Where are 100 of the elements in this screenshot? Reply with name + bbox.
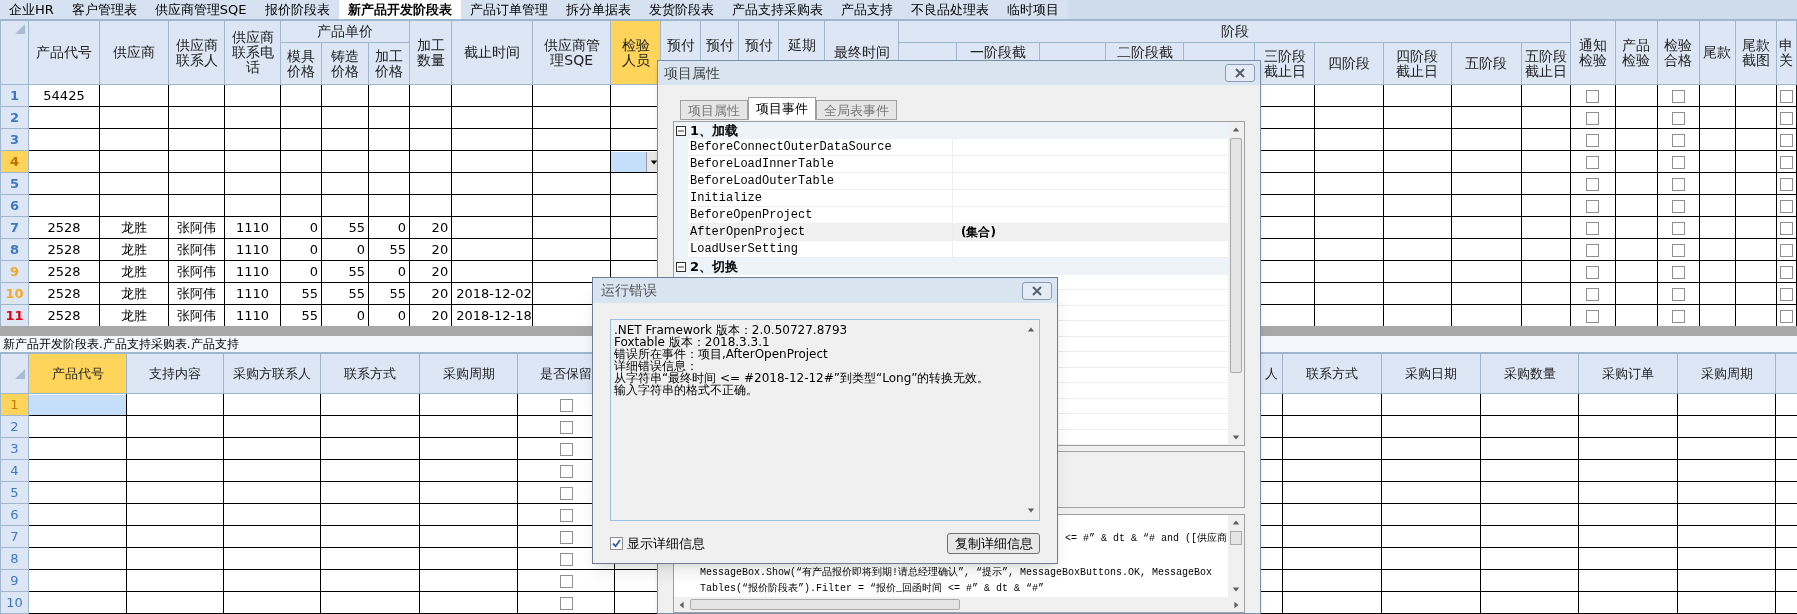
column-header[interactable]: 四阶段截止日 [1383, 42, 1452, 85]
horizontal-scrollbar[interactable] [674, 597, 1244, 612]
sheet-tab[interactable]: 产品订单管理 [460, 0, 557, 19]
row-header[interactable]: 2 [0, 106, 29, 129]
column-header[interactable]: 四阶段 [1315, 42, 1383, 85]
row-number[interactable]: 8 [0, 547, 29, 570]
checkbox[interactable] [1671, 221, 1685, 235]
checkbox[interactable] [559, 574, 573, 588]
sheet-tab[interactable]: 临时项目 [997, 0, 1068, 19]
checkbox[interactable] [1586, 111, 1600, 125]
checkbox[interactable] [1671, 265, 1685, 279]
selected-cell[interactable] [29, 394, 126, 415]
property-name[interactable]: BeforeLoadInnerTable [688, 156, 953, 173]
collapse-icon[interactable] [676, 261, 686, 272]
checkbox[interactable] [559, 508, 573, 522]
column-header[interactable]: 通知检验 [1570, 20, 1616, 85]
checkbox[interactable] [1586, 221, 1600, 235]
checkbox[interactable] [559, 398, 573, 412]
sheet-tab[interactable]: 客户管理表 [62, 0, 146, 19]
checkbox[interactable] [559, 530, 573, 544]
column-header[interactable]: 采购周期 [1677, 353, 1776, 394]
close-button[interactable] [1022, 281, 1052, 300]
scrollbar-thumb[interactable] [690, 599, 960, 610]
scroll-right-icon[interactable] [1232, 600, 1240, 609]
checkbox[interactable] [559, 420, 573, 434]
checkbox[interactable] [1586, 89, 1600, 103]
property-name[interactable]: BeforeLoadOuterTable [688, 173, 953, 190]
sheet-tab[interactable]: 新产品开发阶段表 [338, 0, 461, 19]
checkbox[interactable] [1779, 155, 1793, 169]
checkbox[interactable] [559, 442, 573, 456]
checkbox[interactable] [1586, 199, 1600, 213]
row-header[interactable]: 5 [0, 172, 29, 195]
column-header[interactable]: 产品代号 [28, 20, 100, 85]
sheet-tab[interactable]: 企业HR [0, 0, 63, 19]
checkbox[interactable] [1671, 177, 1685, 191]
sheet-tab[interactable]: 拆分单据表 [556, 0, 640, 19]
column-header[interactable]: 检验合格 [1657, 20, 1700, 85]
checkbox[interactable] [559, 552, 573, 566]
checkbox[interactable] [559, 596, 573, 610]
column-header[interactable]: 供应商 [99, 20, 169, 85]
vertical-scrollbar[interactable] [1228, 515, 1244, 597]
sheet-tab[interactable]: 产品支持 [831, 0, 902, 19]
checkbox[interactable] [1671, 133, 1685, 147]
checkbox[interactable] [1779, 287, 1793, 301]
checkbox[interactable] [1779, 177, 1793, 191]
row-number[interactable]: 3 [0, 437, 29, 460]
row-header[interactable]: 7 [0, 216, 29, 239]
sheet-tab[interactable]: 报价阶段表 [255, 0, 339, 19]
category-row[interactable]: 2、切换 [674, 258, 1228, 275]
vertical-scrollbar[interactable] [1228, 122, 1244, 445]
property-name[interactable]: LoadUserSetting [688, 241, 953, 258]
close-button[interactable] [1225, 64, 1255, 82]
checkbox[interactable] [1671, 199, 1685, 213]
column-header[interactable]: 支持内容 [126, 353, 224, 394]
row-number[interactable]: 9 [0, 569, 29, 592]
checkbox[interactable] [1671, 287, 1685, 301]
checkbox-label[interactable]: 显示详细信息 [627, 533, 705, 554]
column-header[interactable]: 采购数量 [1480, 353, 1579, 394]
scroll-down-icon[interactable] [1232, 585, 1240, 593]
checkbox[interactable] [1586, 309, 1600, 323]
checkbox[interactable] [559, 486, 573, 500]
collapse-icon[interactable] [676, 125, 686, 136]
column-header[interactable]: 尾款 [1699, 20, 1736, 85]
scrollbar-thumb[interactable] [1230, 138, 1242, 373]
checkbox[interactable] [1586, 155, 1600, 169]
checkbox[interactable] [1671, 243, 1685, 257]
column-header[interactable]: 加工价格 [368, 42, 410, 85]
checkbox[interactable] [1671, 89, 1685, 103]
column-header[interactable]: 五阶段截止日 [1521, 42, 1571, 85]
column-header[interactable]: 采购日期 [1381, 353, 1481, 394]
row-number[interactable]: 5 [0, 481, 29, 504]
checkbox[interactable] [610, 537, 623, 550]
row-header[interactable]: 11 [0, 304, 29, 326]
checkbox[interactable] [1779, 89, 1793, 103]
checkbox[interactable] [1586, 265, 1600, 279]
checkbox[interactable] [1779, 221, 1793, 235]
scroll-up-icon[interactable] [1232, 519, 1240, 527]
row-header[interactable]: 8 [0, 238, 29, 261]
row-number[interactable]: 10 [0, 591, 29, 614]
row-number[interactable]: 6 [0, 503, 29, 526]
property-name[interactable]: BeforeOpenProject [688, 207, 953, 224]
tab[interactable]: 项目属性 [680, 100, 748, 120]
column-header[interactable]: 供应商管理SQE [532, 20, 611, 85]
sheet-tab[interactable]: 不良品处理表 [901, 0, 998, 19]
column-header[interactable]: 产品代号 [28, 353, 127, 394]
column-header[interactable]: 模具价格 [280, 42, 322, 85]
scroll-up-icon[interactable] [1232, 126, 1240, 134]
checkbox[interactable] [1671, 155, 1685, 169]
checkbox[interactable] [1671, 309, 1685, 323]
column-header[interactable]: 尾款截图 [1735, 20, 1777, 85]
checkbox[interactable] [1779, 111, 1793, 125]
column-header[interactable]: 联系方式 [320, 353, 420, 394]
category-row[interactable]: 1、加载 [674, 122, 1228, 139]
row-number[interactable]: 4 [0, 459, 29, 482]
property-value-cell[interactable]: (集合) [953, 224, 1228, 241]
checkbox[interactable] [1586, 133, 1600, 147]
column-header[interactable]: 检验人员 [610, 20, 661, 85]
sheet-tab[interactable]: 发货阶段表 [639, 0, 723, 19]
column-header[interactable]: 截止时间 [451, 20, 533, 85]
column-header[interactable]: 供应商联系人 [168, 20, 225, 85]
